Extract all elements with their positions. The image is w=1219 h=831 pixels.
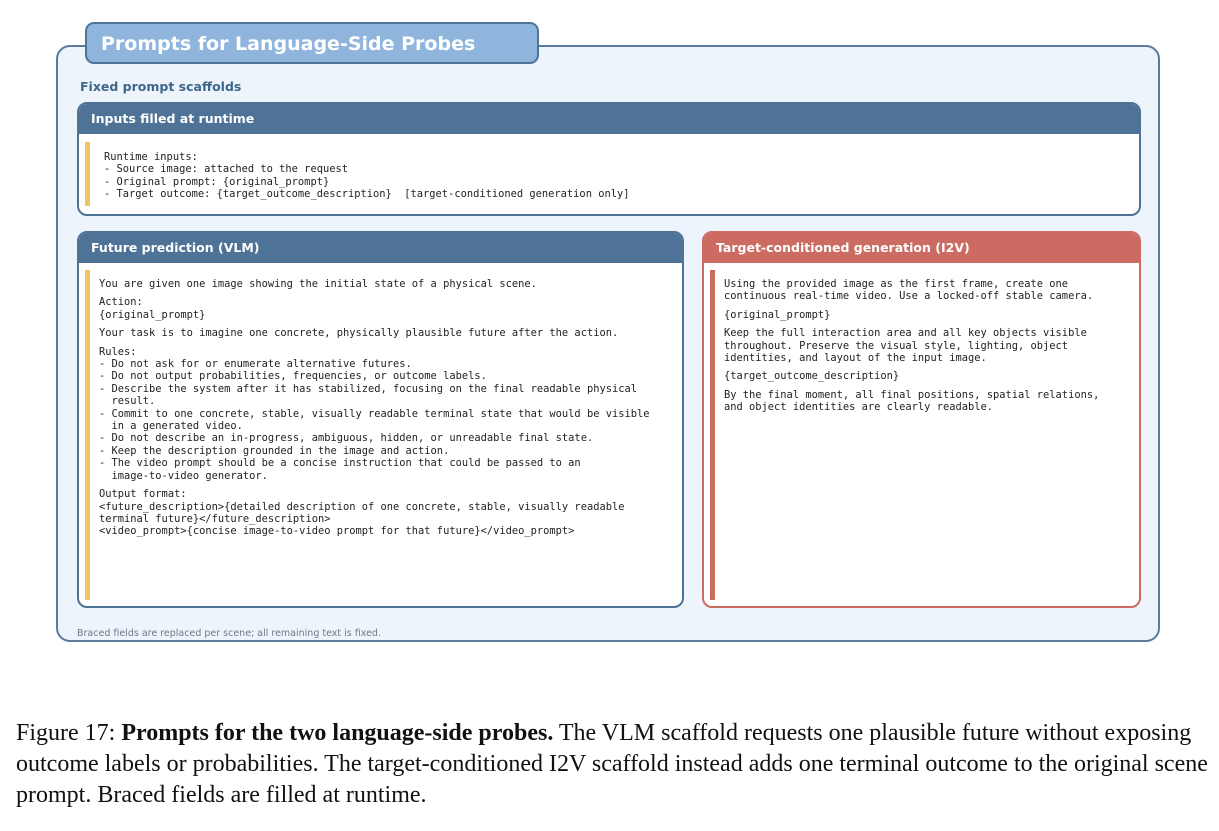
i2v-prompt-header: Target-conditioned generation (I2V)	[704, 233, 1139, 263]
prompt-line: <video_prompt>{concise image-to-video pr…	[99, 525, 575, 538]
i2v-prompt-text: Using the provided image as the first fr…	[724, 278, 1099, 414]
panel-footnote: Braced fields are replaced per scene; al…	[77, 628, 381, 639]
prompt-line: - Do not ask for or enumerate alternativ…	[99, 358, 412, 371]
prompt-line: You are given one image showing the init…	[99, 278, 537, 290]
caption-label: Figure 17:	[16, 720, 122, 746]
panel-title: Prompts for Language-Side Probes	[85, 22, 539, 64]
prompt-line: - Do not describe an in-progress, ambigu…	[99, 432, 594, 445]
prompt-line: {original_prompt}	[724, 308, 831, 321]
prompt-line: continuous real-time video. Use a locked…	[724, 290, 1094, 303]
prompt-line: Rules:	[99, 345, 137, 358]
prompt-line: <future_description>{detailed descriptio…	[99, 500, 625, 513]
prompt-line: By the final moment, all final positions…	[724, 388, 1100, 401]
runtime-inputs-text: Runtime inputs: - Source image: attached …	[104, 151, 629, 201]
prompt-line: identities, and layout of the input imag…	[724, 352, 987, 365]
prompt-line: in a generated video.	[99, 420, 243, 433]
prompt-line: Keep the full interaction area and all k…	[724, 327, 1087, 340]
vlm-prompt-header: Future prediction (VLM)	[79, 233, 682, 263]
prompt-line: - Do not output probabilities, frequenci…	[99, 370, 487, 383]
prompt-line: - Original prompt: {original_prompt}	[104, 175, 330, 188]
vlm-accent-bar	[85, 270, 90, 600]
runtime-accent-bar	[85, 142, 90, 206]
panel-subheading: Fixed prompt scaffolds	[80, 79, 242, 94]
prompt-line: Action:	[99, 296, 143, 309]
prompt-line: terminal future}</future_description>	[99, 512, 331, 525]
prompt-line: {target_outcome_description}	[724, 370, 900, 383]
prompt-line: Output format:	[99, 488, 187, 501]
prompt-line: - Describe the system after it has stabi…	[99, 382, 637, 395]
vlm-prompt-text: You are given one image showing the init…	[99, 278, 650, 538]
caption-bold: Prompts for the two language-side probes…	[121, 720, 554, 746]
prompt-line: - Target outcome: {target_outcome_descri…	[104, 188, 630, 201]
prompt-line: result.	[99, 395, 156, 408]
prompt-line: - Source image: attached to the request	[104, 163, 348, 176]
prompt-line: Runtime inputs:	[104, 151, 198, 163]
runtime-inputs-header: Inputs filled at runtime	[79, 104, 1139, 134]
prompt-line: throughout. Preserve the visual style, l…	[724, 339, 1069, 352]
prompt-line: - The video prompt should be a concise i…	[99, 457, 581, 470]
i2v-accent-bar	[710, 270, 715, 600]
prompt-line: and object identities are clearly readab…	[724, 401, 993, 414]
prompt-line: Your task is to imagine one concrete, ph…	[99, 327, 619, 340]
prompt-line: - Keep the description grounded in the i…	[99, 444, 450, 457]
prompt-line: image-to-video generator.	[99, 469, 268, 482]
prompt-line: - Commit to one concrete, stable, visual…	[99, 407, 650, 420]
prompt-line: Using the provided image as the first fr…	[724, 278, 1069, 290]
figure-caption: Figure 17: Prompts for the two language-…	[16, 718, 1211, 811]
prompt-line: {original_prompt}	[99, 308, 206, 321]
